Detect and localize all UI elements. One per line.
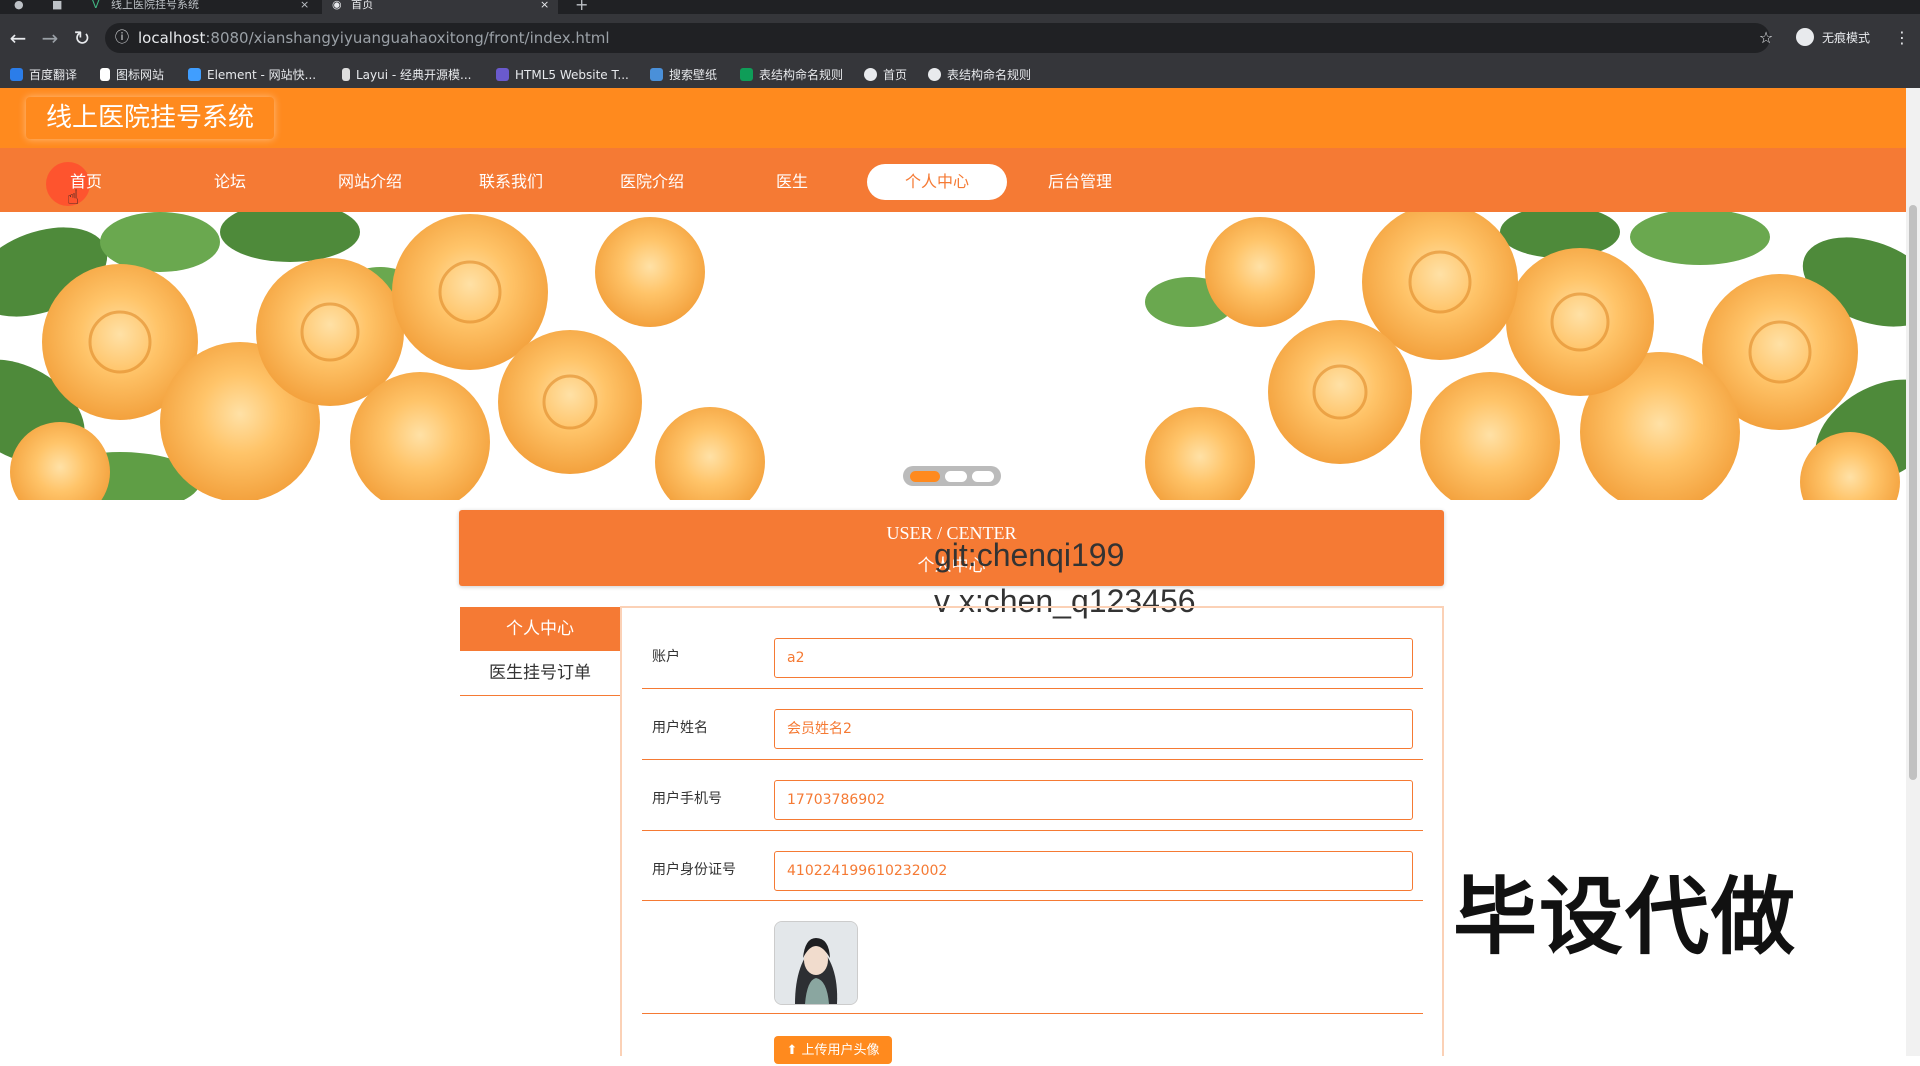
id-card-label: 用户身份证号 bbox=[652, 862, 736, 878]
nav-user-center[interactable]: 个人中心 bbox=[867, 164, 1007, 200]
id-card-input[interactable]: 410224199610232002 bbox=[774, 851, 1413, 891]
divider bbox=[642, 830, 1423, 831]
bookmark-item[interactable]: 首页 bbox=[864, 62, 907, 88]
nav-site-intro[interactable]: 网站介绍 bbox=[300, 164, 440, 200]
divider bbox=[642, 900, 1423, 901]
translate-icon bbox=[10, 68, 23, 81]
account-input[interactable]: a2 bbox=[774, 638, 1413, 678]
carousel-dot-1[interactable] bbox=[910, 471, 940, 482]
name-label: 用户姓名 bbox=[652, 720, 708, 736]
nav-forum[interactable]: 论坛 bbox=[160, 164, 300, 200]
new-tab-button[interactable]: + bbox=[575, 0, 595, 14]
html5-icon bbox=[496, 68, 509, 81]
star-icon[interactable]: ☆ bbox=[1754, 26, 1778, 50]
side-menu-user-center[interactable]: 个人中心 bbox=[460, 607, 620, 651]
nav-home[interactable]: 首页 bbox=[16, 164, 156, 200]
bookmark-item[interactable]: Layui - 经典开源模... bbox=[342, 62, 471, 88]
carousel-dot-3[interactable] bbox=[972, 471, 994, 482]
tab-close-icon[interactable]: × bbox=[540, 0, 549, 10]
element-icon bbox=[188, 68, 201, 81]
divider bbox=[642, 759, 1423, 760]
bookmark-item[interactable]: 图标网站 bbox=[100, 62, 164, 88]
menu-icon[interactable]: ⋮ bbox=[1890, 26, 1914, 50]
bookmark-item[interactable]: 百度翻译 bbox=[10, 62, 77, 88]
tab-label: 首页 bbox=[351, 0, 374, 11]
bookmark-item[interactable]: Element - 网站快... bbox=[188, 62, 316, 88]
forward-icon[interactable]: → bbox=[38, 26, 62, 50]
nav-admin[interactable]: 后台管理 bbox=[1010, 164, 1150, 200]
incognito-icon bbox=[1796, 28, 1814, 46]
site-header bbox=[0, 88, 1906, 148]
account-label: 账户 bbox=[652, 649, 680, 665]
user-avatar[interactable] bbox=[774, 921, 858, 1005]
phone-input[interactable]: 17703786902 bbox=[774, 780, 1413, 820]
tab-label: 线上医院挂号系统 bbox=[111, 0, 200, 11]
avatar-image bbox=[775, 922, 857, 1004]
banner-carousel[interactable] bbox=[0, 212, 1906, 500]
bookmark-item[interactable]: 表结构命名规则 bbox=[740, 62, 843, 88]
site-brand[interactable]: 线上医院挂号系统 bbox=[26, 97, 275, 139]
name-input[interactable]: 会员姓名2 bbox=[774, 709, 1413, 749]
upload-avatar-button[interactable]: ⬆ 上传用户头像 bbox=[774, 1036, 892, 1064]
back-icon[interactable]: ← bbox=[6, 26, 30, 50]
bookmark-item[interactable]: HTML5 Website T... bbox=[496, 62, 629, 88]
bookmark-item[interactable]: 表结构命名规则 bbox=[928, 62, 1031, 88]
url-text[interactable]: localhost:8080/xianshangyiyuanguahaoxito… bbox=[138, 28, 610, 48]
bookmark-item[interactable]: 搜索壁纸 bbox=[650, 62, 717, 88]
window-icon[interactable]: ■ bbox=[52, 0, 66, 14]
divider bbox=[642, 688, 1423, 689]
scrollbar-thumb[interactable] bbox=[1909, 205, 1917, 780]
profile-label[interactable]: 无痕模式 bbox=[1822, 29, 1870, 46]
tab-close-icon[interactable]: × bbox=[300, 0, 309, 10]
info-icon[interactable]: ⓘ bbox=[110, 26, 134, 50]
vue-icon: V bbox=[92, 0, 100, 11]
nav-hospital-intro[interactable]: 医院介绍 bbox=[582, 164, 722, 200]
rose-banner-image bbox=[0, 212, 1906, 500]
carousel-dot-2[interactable] bbox=[945, 471, 967, 482]
tab-home[interactable]: ◉ 首页 × bbox=[322, 0, 558, 14]
wallpaper-icon bbox=[650, 68, 663, 81]
sheet-icon bbox=[740, 68, 753, 81]
tab-hospital[interactable]: V 线上医院挂号系统 × bbox=[92, 0, 317, 14]
layui-icon bbox=[342, 68, 350, 81]
phone-label: 用户手机号 bbox=[652, 791, 722, 807]
divider bbox=[642, 1013, 1423, 1014]
side-menu-orders[interactable]: 医生挂号订单 bbox=[460, 651, 620, 696]
nav-doctors[interactable]: 医生 bbox=[722, 164, 862, 200]
flag-icon bbox=[100, 68, 110, 81]
globe-icon bbox=[928, 68, 941, 81]
hand-cursor-icon: ☝ bbox=[67, 185, 80, 209]
chrome-icon: ● bbox=[14, 0, 24, 11]
reload-icon[interactable]: ↻ bbox=[70, 26, 94, 50]
nav-contact[interactable]: 联系我们 bbox=[441, 164, 581, 200]
watermark-big: 毕设代做 bbox=[1453, 868, 1798, 966]
watermark-git: git:chenqi199 bbox=[934, 537, 1125, 573]
globe-icon: ◉ bbox=[332, 0, 342, 11]
globe-icon bbox=[864, 68, 877, 81]
